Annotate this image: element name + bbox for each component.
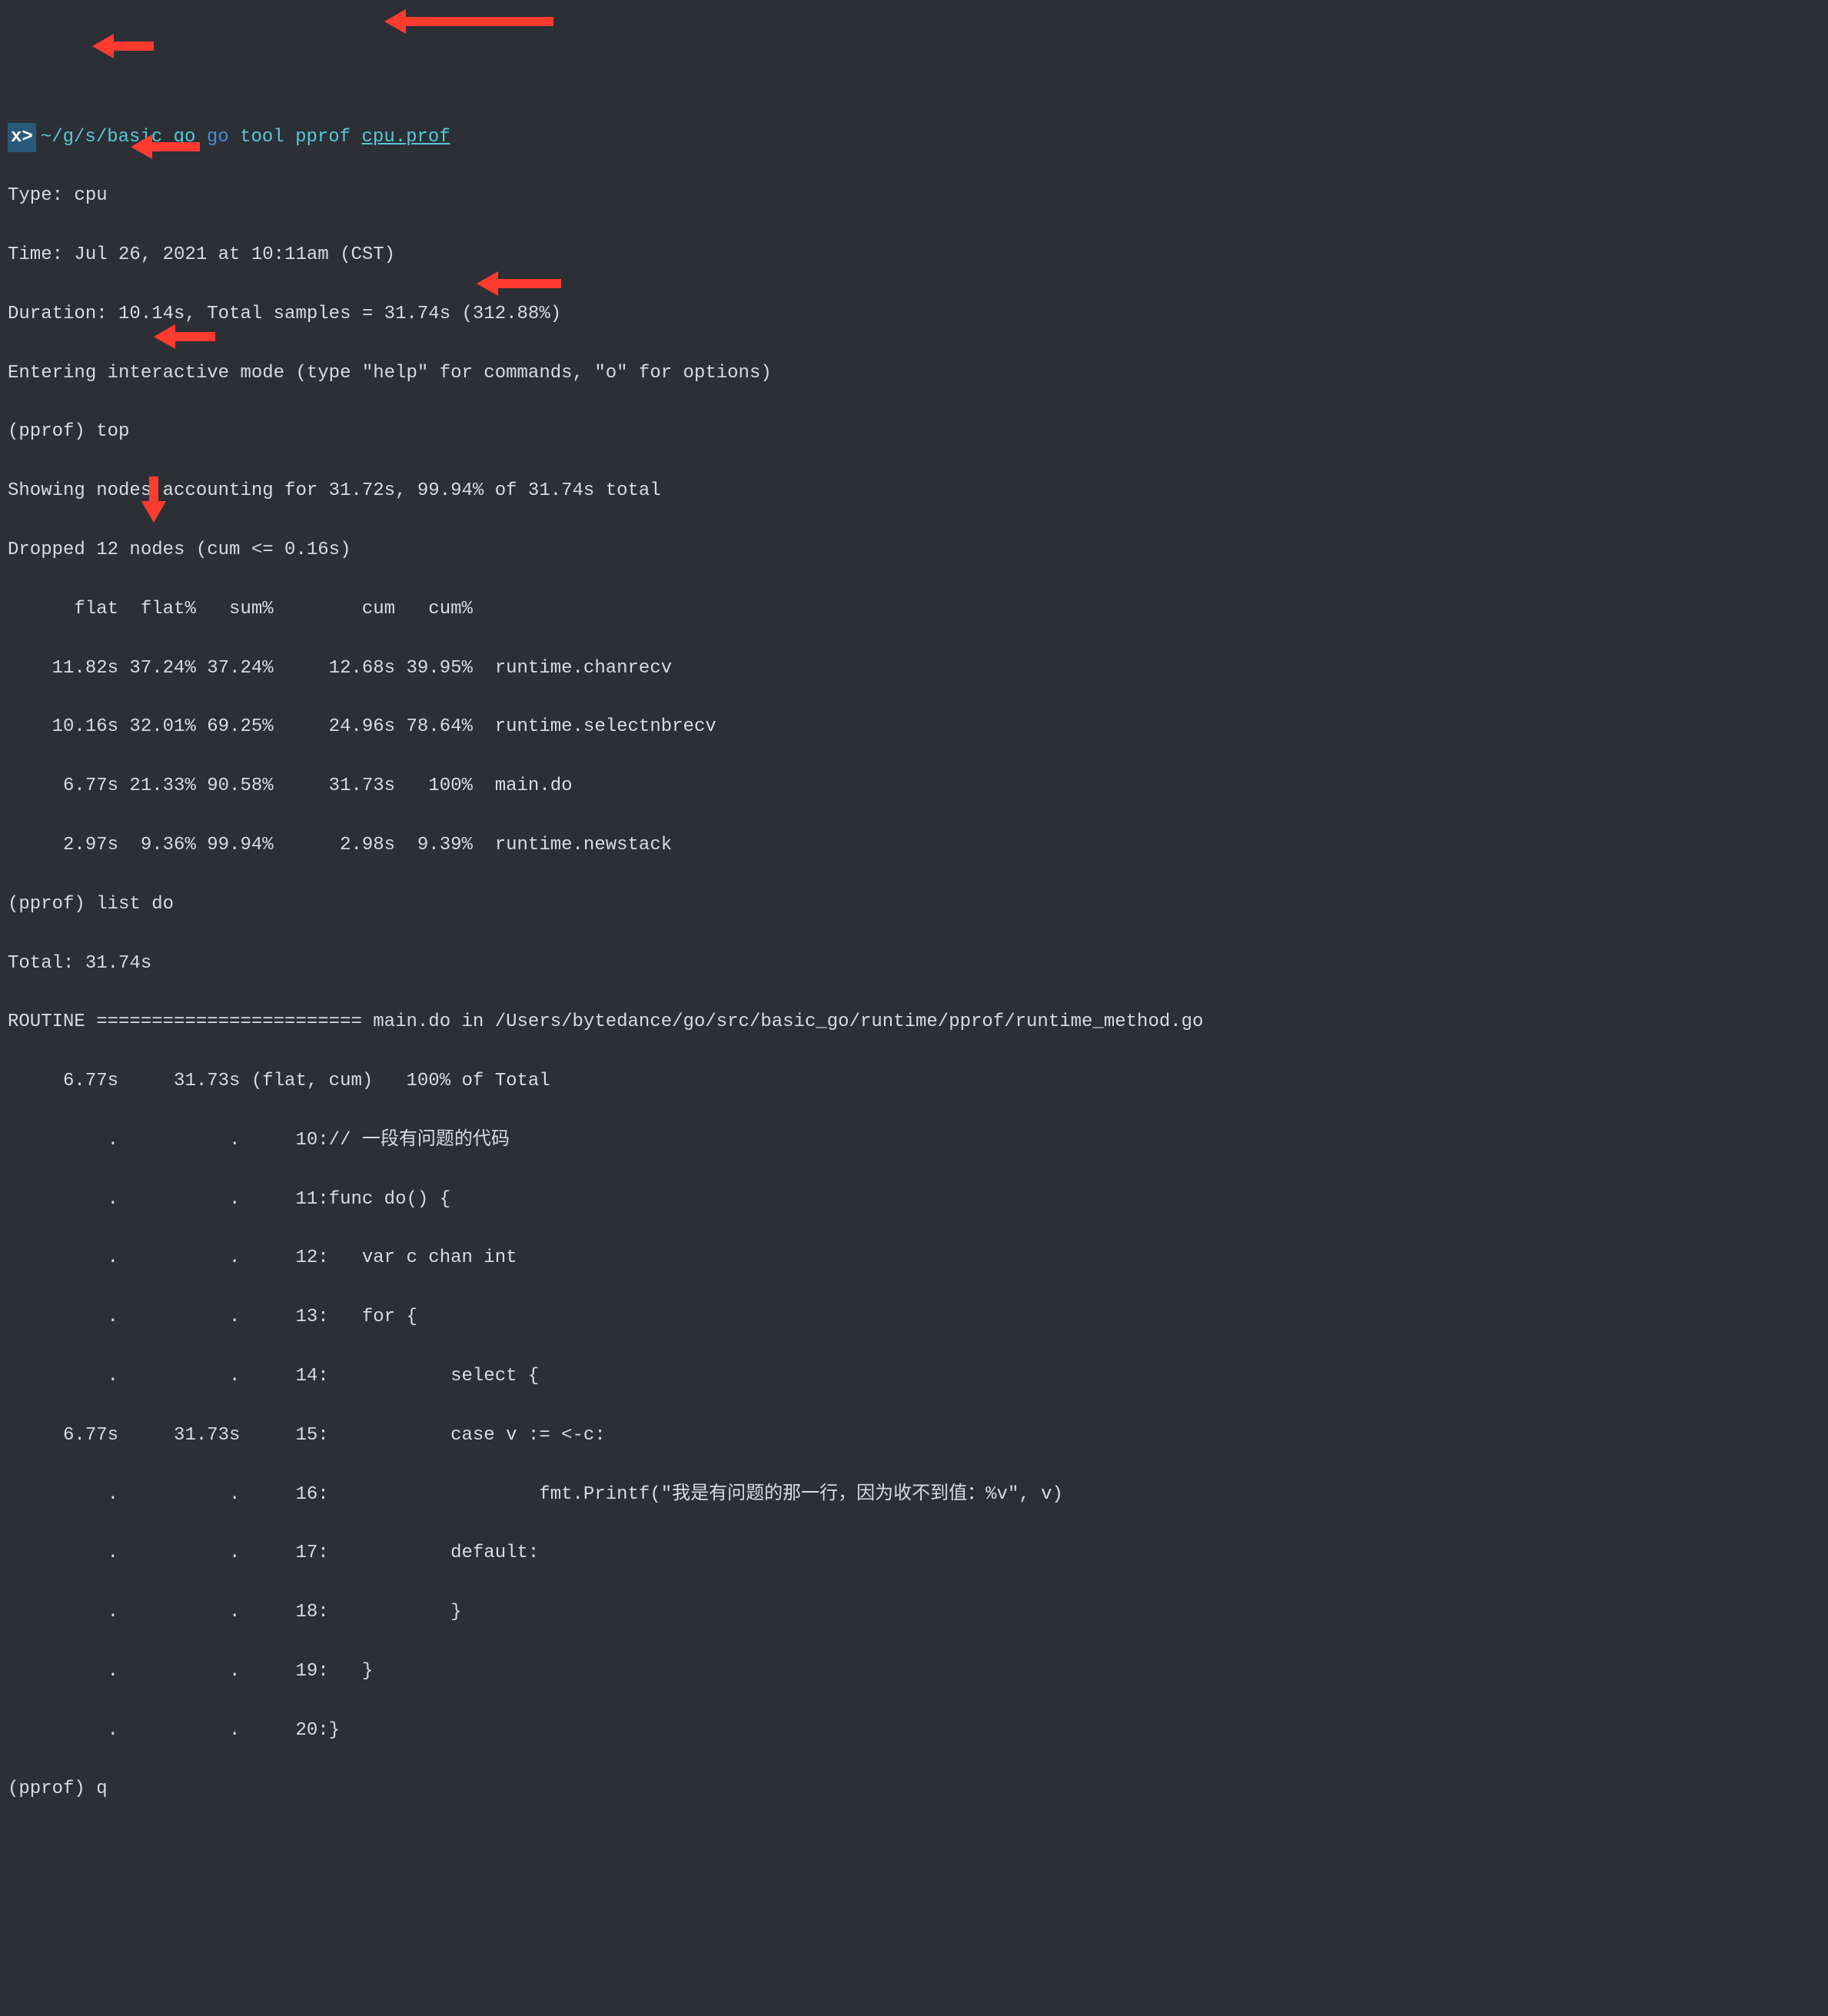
source-line: . . 14: select {	[8, 1362, 1820, 1391]
top-row: 10.16s 32.01% 69.25% 24.96s 78.64% runti…	[8, 712, 1820, 742]
top-showing-line: Showing nodes accounting for 31.72s, 99.…	[8, 477, 1820, 506]
cmd-pprof: pprof	[295, 127, 351, 148]
interactive-line: Entering interactive mode (type "help" f…	[8, 359, 1820, 388]
list-summary-line: 6.77s 31.73s (flat, cum) 100% of Total	[8, 1067, 1820, 1096]
source-line: . . 10:// 一段有问题的代码	[8, 1126, 1820, 1155]
type-line: Type: cpu	[8, 181, 1820, 211]
source-line: . . 20:}	[8, 1716, 1820, 1745]
top-prompt-line: (pprof) top	[8, 417, 1820, 447]
source-line: . . 16: fmt.Printf("我是有问题的那一行，因为收不到值：%v"…	[8, 1480, 1820, 1510]
top-row: 11.82s 37.24% 37.24% 12.68s 39.95% runti…	[8, 654, 1820, 683]
time-line: Time: Jul 26, 2021 at 10:11am (CST)	[8, 241, 1820, 270]
source-line: . . 18: }	[8, 1598, 1820, 1627]
source-line: . . 13: for {	[8, 1303, 1820, 1332]
trailing-prompt: (pprof) q	[8, 1775, 1820, 1804]
top-header-row: flat flat% sum% cum cum%	[8, 595, 1820, 624]
list-routine-line: ROUTINE ======================== main.do…	[8, 1008, 1820, 1037]
source-line: . . 17: default:	[8, 1539, 1820, 1568]
annotation-arrow	[477, 268, 561, 299]
source-line: 6.77s 31.73s 15: case v := <-c:	[8, 1421, 1820, 1450]
prompt-line: x>~/g/s/basic_go go tool pprof cpu.prof	[8, 123, 1820, 152]
list-prompt-line: (pprof) list do	[8, 890, 1820, 919]
list-total-line: Total: 31.74s	[8, 949, 1820, 978]
source-line: . . 19: }	[8, 1657, 1820, 1686]
prompt-path: ~/g/s/basic_go	[41, 127, 196, 148]
annotation-arrow	[384, 6, 553, 37]
duration-line: Duration: 10.14s, Total samples = 31.74s…	[8, 300, 1820, 329]
cmd-go: go	[207, 127, 229, 148]
prompt-icon: x>	[8, 123, 36, 152]
top-dropped-line: Dropped 12 nodes (cum <= 0.16s)	[8, 536, 1820, 565]
source-line: . . 12: var c chan int	[8, 1244, 1820, 1273]
cmd-file: cpu.prof	[362, 127, 450, 148]
source-line: . . 11:func do() {	[8, 1185, 1820, 1214]
top-row: 2.97s 9.36% 99.94% 2.98s 9.39% runtime.n…	[8, 831, 1820, 860]
top-row: 6.77s 21.33% 90.58% 31.73s 100% main.do	[8, 772, 1820, 801]
annotation-arrow	[92, 31, 154, 61]
cmd-tool: tool	[240, 127, 284, 148]
